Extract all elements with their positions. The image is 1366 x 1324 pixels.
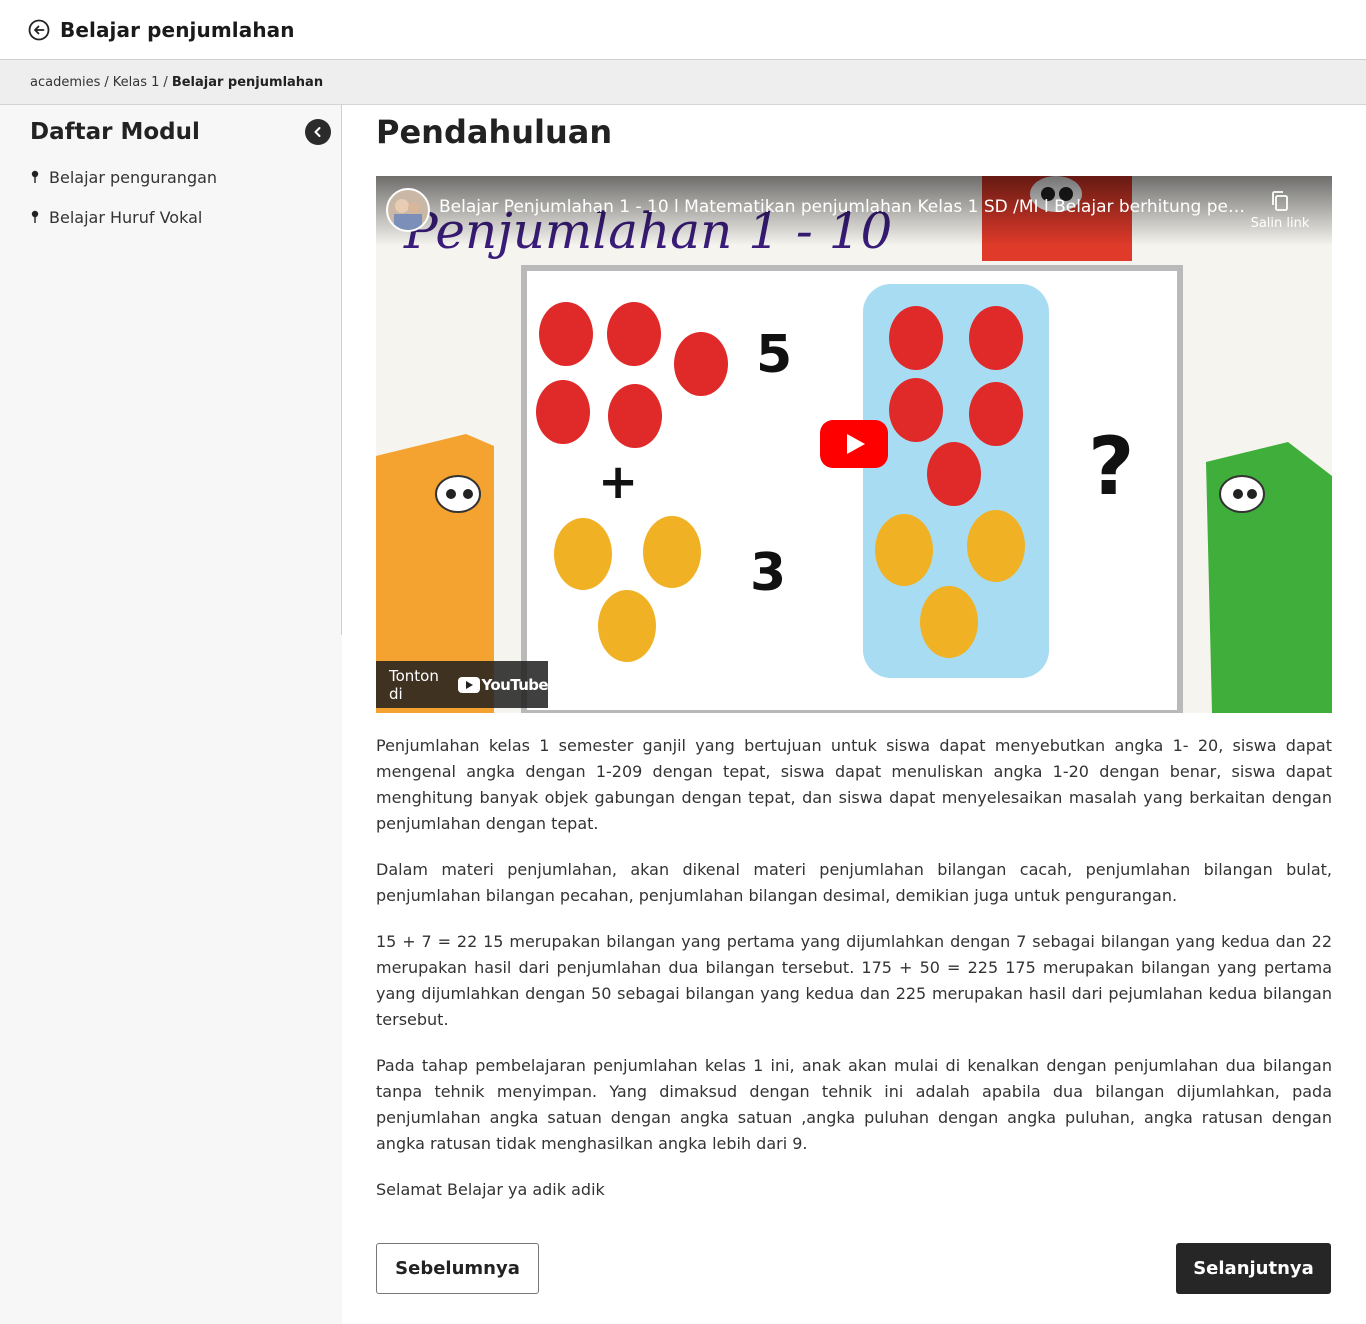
channel-avatar[interactable]: [386, 188, 430, 232]
watch-on-youtube-button[interactable]: Tonton di YouTube: [376, 661, 549, 708]
copy-link-button[interactable]: Salin link: [1248, 190, 1312, 231]
lesson-content: Penjumlahan kelas 1 semester ganjil yang…: [376, 733, 1332, 1223]
lesson-title: Pendahuluan: [376, 113, 613, 151]
copy-icon: [1248, 190, 1312, 212]
breadcrumb-current: Belajar penjumlahan: [171, 74, 324, 90]
pin-icon: [30, 170, 40, 184]
youtube-logo-text: YouTube: [481, 675, 549, 694]
module-item-belajar-pengurangan[interactable]: Belajar pengurangan: [30, 157, 217, 197]
module-item-label: Belajar Huruf Vokal: [49, 207, 203, 227]
breadcrumb: academies / Kelas 1 / Belajar penjumlaha…: [0, 60, 1366, 105]
lesson-paragraph: 15 + 7 = 22 15 merupakan bilangan yang p…: [376, 932, 1332, 1029]
previous-button[interactable]: Sebelumnya: [376, 1243, 539, 1294]
play-button[interactable]: [820, 420, 888, 468]
thumbnail-question-mark: ?: [1088, 420, 1134, 513]
copy-link-label: Salin link: [1250, 216, 1310, 231]
collapse-sidebar-button[interactable]: [305, 119, 331, 145]
module-sidebar: Daftar Modul Belajar pengurangan Belajar…: [0, 105, 342, 1324]
youtube-logo-icon: [457, 676, 480, 693]
module-item-belajar-huruf-vokal[interactable]: Belajar Huruf Vokal: [30, 197, 217, 237]
lesson-paragraph: Dalam materi penjumlahan, akan dikenal m…: [376, 860, 1332, 905]
module-item-label: Belajar pengurangan: [49, 167, 218, 187]
breadcrumb-link-academies[interactable]: academies: [30, 75, 100, 90]
breadcrumb-separator: /: [104, 74, 109, 90]
next-button[interactable]: Selanjutnya: [1176, 1243, 1331, 1294]
thumbnail-number-three: 3: [750, 543, 786, 603]
chevron-left-icon: [312, 126, 324, 138]
arrow-left-circle-icon[interactable]: [28, 19, 50, 41]
module-list: Belajar pengurangan Belajar Huruf Vokal: [30, 157, 217, 237]
youtube-play-icon: [820, 420, 888, 472]
lesson-paragraph: Penjumlahan kelas 1 semester ganjil yang…: [376, 736, 1332, 833]
lesson-paragraph: Pada tahap pembelajaran penjumlahan kela…: [376, 1056, 1332, 1153]
thumbnail-plus-sign: +: [598, 454, 638, 510]
breadcrumb-separator: /: [163, 74, 168, 90]
lesson-paragraph: Selamat Belajar ya adik adik: [376, 1180, 605, 1199]
top-header: Belajar penjumlahan: [0, 0, 1366, 60]
youtube-logo: YouTube: [457, 675, 549, 694]
breadcrumb-link-kelas[interactable]: Kelas 1: [113, 75, 160, 90]
sidebar-divider: [341, 105, 342, 635]
page-header-title: Belajar penjumlahan: [60, 17, 295, 42]
youtube-video-embed[interactable]: Penjumlahan 1 - 10: [376, 176, 1332, 713]
sidebar-heading: Daftar Modul: [30, 119, 200, 145]
thumbnail-number-five: 5: [756, 325, 792, 385]
video-title[interactable]: Belajar Penjumlahan 1 - 10 l Matematikan…: [439, 197, 1249, 217]
pin-icon: [30, 210, 40, 224]
watch-on-label: Tonton di: [389, 666, 439, 703]
